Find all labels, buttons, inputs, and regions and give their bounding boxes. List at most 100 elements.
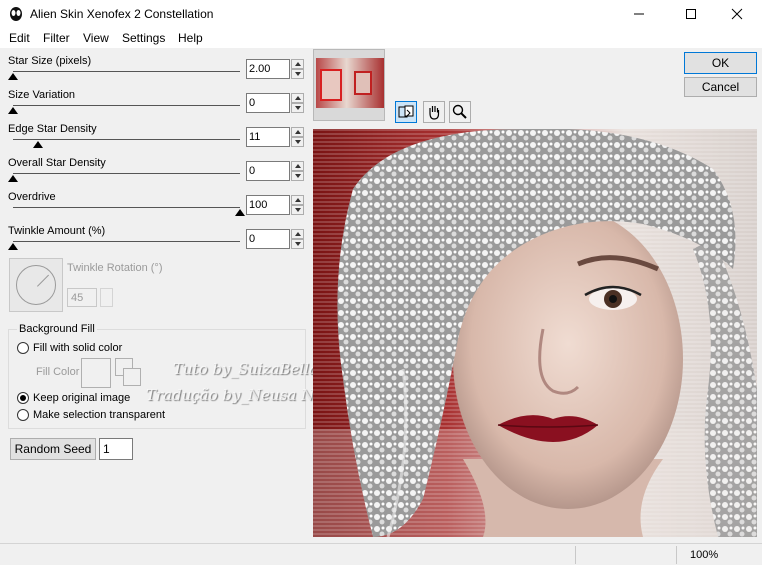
alien-head-icon (10, 7, 22, 21)
plugin-window: Alien Skin Xenofex 2 Constellation Edit … (0, 0, 762, 565)
menu-edit[interactable]: Edit (9, 31, 30, 45)
zoom-button[interactable] (449, 101, 471, 123)
spin-down-icon[interactable] (291, 171, 304, 181)
slider-track[interactable] (13, 71, 240, 72)
dial-needle (37, 274, 50, 287)
spin-down-icon[interactable] (291, 239, 304, 249)
param-size-variation: Size Variation 0 (8, 89, 308, 123)
param-label: Size Variation (8, 89, 76, 101)
title-bar: Alien Skin Xenofex 2 Constellation (0, 0, 762, 28)
twinkle-rotation-spin (100, 288, 113, 307)
param-edge-star-density: Edge Star Density 11 (8, 123, 308, 157)
slider-track[interactable] (13, 139, 240, 140)
random-seed-input[interactable]: 1 (99, 438, 133, 460)
slider-thumb[interactable] (8, 107, 18, 114)
radio-button[interactable] (17, 409, 29, 421)
slider-thumb[interactable] (235, 209, 245, 216)
value-input[interactable]: 11 (246, 127, 290, 147)
maximize-icon (686, 9, 696, 19)
dial-circle (16, 265, 56, 305)
spin-up-icon[interactable] (291, 93, 304, 103)
window-title: Alien Skin Xenofex 2 Constellation (30, 7, 214, 21)
twinkle-rotation-input: 45 (67, 288, 97, 307)
compare-button[interactable] (395, 101, 417, 123)
param-twinkle-amount: Twinkle Amount (%) 0 (8, 225, 308, 259)
thumbnail-tube (354, 71, 372, 95)
fill-color-swatch (81, 358, 111, 388)
fill-color-label: Fill Color (36, 366, 80, 378)
slider-track[interactable] (13, 173, 240, 174)
slider-track[interactable] (13, 105, 240, 106)
spin-up-icon[interactable] (291, 127, 304, 137)
param-label: Twinkle Amount (%) (8, 225, 106, 237)
zoom-icon (452, 104, 467, 119)
navigator-thumbnail[interactable] (313, 49, 385, 121)
compare-icon (398, 105, 414, 118)
radio-label: Make selection transparent (33, 409, 166, 421)
spin-down-icon[interactable] (291, 205, 304, 215)
minimize-icon (634, 13, 644, 15)
menu-help[interactable]: Help (178, 31, 203, 45)
cancel-button[interactable]: Cancel (684, 77, 757, 97)
ok-button[interactable]: OK (684, 52, 757, 74)
slider-thumb[interactable] (32, 141, 43, 148)
close-button[interactable] (714, 0, 760, 28)
spin-down-icon[interactable] (291, 69, 304, 79)
menu-filter[interactable]: Filter (43, 31, 70, 45)
preview-canvas[interactable] (313, 129, 757, 537)
radio-label: Fill with solid color (33, 342, 123, 354)
param-label: Overall Star Density (8, 157, 106, 169)
value-input[interactable]: 0 (246, 93, 290, 113)
radio-button[interactable] (17, 392, 29, 404)
spin-buttons[interactable] (291, 59, 304, 79)
radio-fill-solid[interactable]: Fill with solid color (17, 342, 122, 354)
hand-icon (429, 106, 440, 120)
radio-button[interactable] (17, 342, 29, 354)
rotation-dial (9, 258, 63, 312)
param-label: Star Size (pixels) (8, 55, 92, 67)
slider-track[interactable] (13, 241, 240, 242)
menu-bar: Edit Filter View Settings Help (0, 28, 762, 48)
background-fill-group: Background Fill Fill with solid color Fi… (8, 323, 306, 429)
value-input[interactable]: 100 (246, 195, 290, 215)
spin-buttons[interactable] (291, 229, 304, 249)
spin-buttons[interactable] (291, 195, 304, 215)
value-input[interactable]: 2.00 (246, 59, 290, 79)
radio-make-transparent[interactable]: Make selection transparent (17, 409, 165, 421)
close-icon (731, 8, 743, 20)
spin-down-icon[interactable] (291, 103, 304, 113)
menu-settings[interactable]: Settings (122, 31, 165, 45)
slider-thumb[interactable] (8, 73, 18, 80)
spin-buttons[interactable] (291, 127, 304, 147)
spin-buttons[interactable] (291, 161, 304, 181)
value-input[interactable]: 0 (246, 161, 290, 181)
hand-button[interactable] (423, 101, 445, 123)
group-title: Background Fill (17, 323, 97, 335)
maximize-button[interactable] (668, 0, 714, 28)
slider-thumb[interactable] (8, 175, 18, 182)
spin-up-icon[interactable] (291, 229, 304, 239)
spin-up-icon[interactable] (291, 59, 304, 69)
slider-track[interactable] (13, 207, 240, 208)
param-overdrive: Overdrive 100 (8, 191, 308, 225)
param-label: Overdrive (8, 191, 56, 203)
status-bar: 100% (0, 543, 762, 565)
menu-view[interactable]: View (83, 31, 109, 45)
spin-up-icon[interactable] (291, 195, 304, 205)
param-overall-star-density: Overall Star Density 0 (8, 157, 308, 191)
swatch-front (123, 368, 141, 386)
radio-label: Keep original image (33, 392, 131, 404)
value-input[interactable]: 0 (246, 229, 290, 249)
spin-buttons[interactable] (291, 93, 304, 113)
minimize-button[interactable] (616, 0, 662, 28)
random-seed-button[interactable]: Random Seed (10, 438, 96, 460)
radio-keep-original[interactable]: Keep original image (17, 392, 130, 404)
preview-image (313, 129, 757, 537)
status-divider (676, 546, 677, 564)
slider-thumb[interactable] (8, 243, 18, 250)
spin-up-icon[interactable] (291, 161, 304, 171)
spin-down-icon[interactable] (291, 137, 304, 147)
thumbnail-view-frame (320, 69, 342, 101)
status-divider (575, 546, 576, 564)
param-star-size: Star Size (pixels) 2.00 (8, 55, 308, 89)
